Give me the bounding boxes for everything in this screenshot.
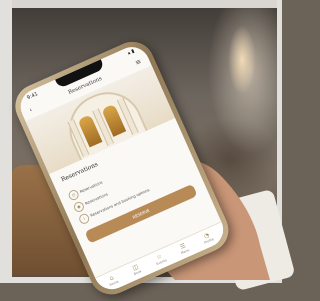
image-border-top (0, 0, 282, 8)
tab-menu[interactable]: ☰ Menu (172, 239, 197, 258)
chandelier-glow (228, 25, 256, 95)
tab-events[interactable]: ☆ Events (148, 249, 173, 268)
tab-home[interactable]: ⌂ Home (100, 271, 125, 290)
image-border-left (0, 0, 12, 283)
tab-book[interactable]: ◫ Book (124, 260, 149, 279)
status-icons: ▴ ▮ (126, 48, 136, 57)
tab-profile[interactable]: ◔ Profile (195, 228, 220, 247)
